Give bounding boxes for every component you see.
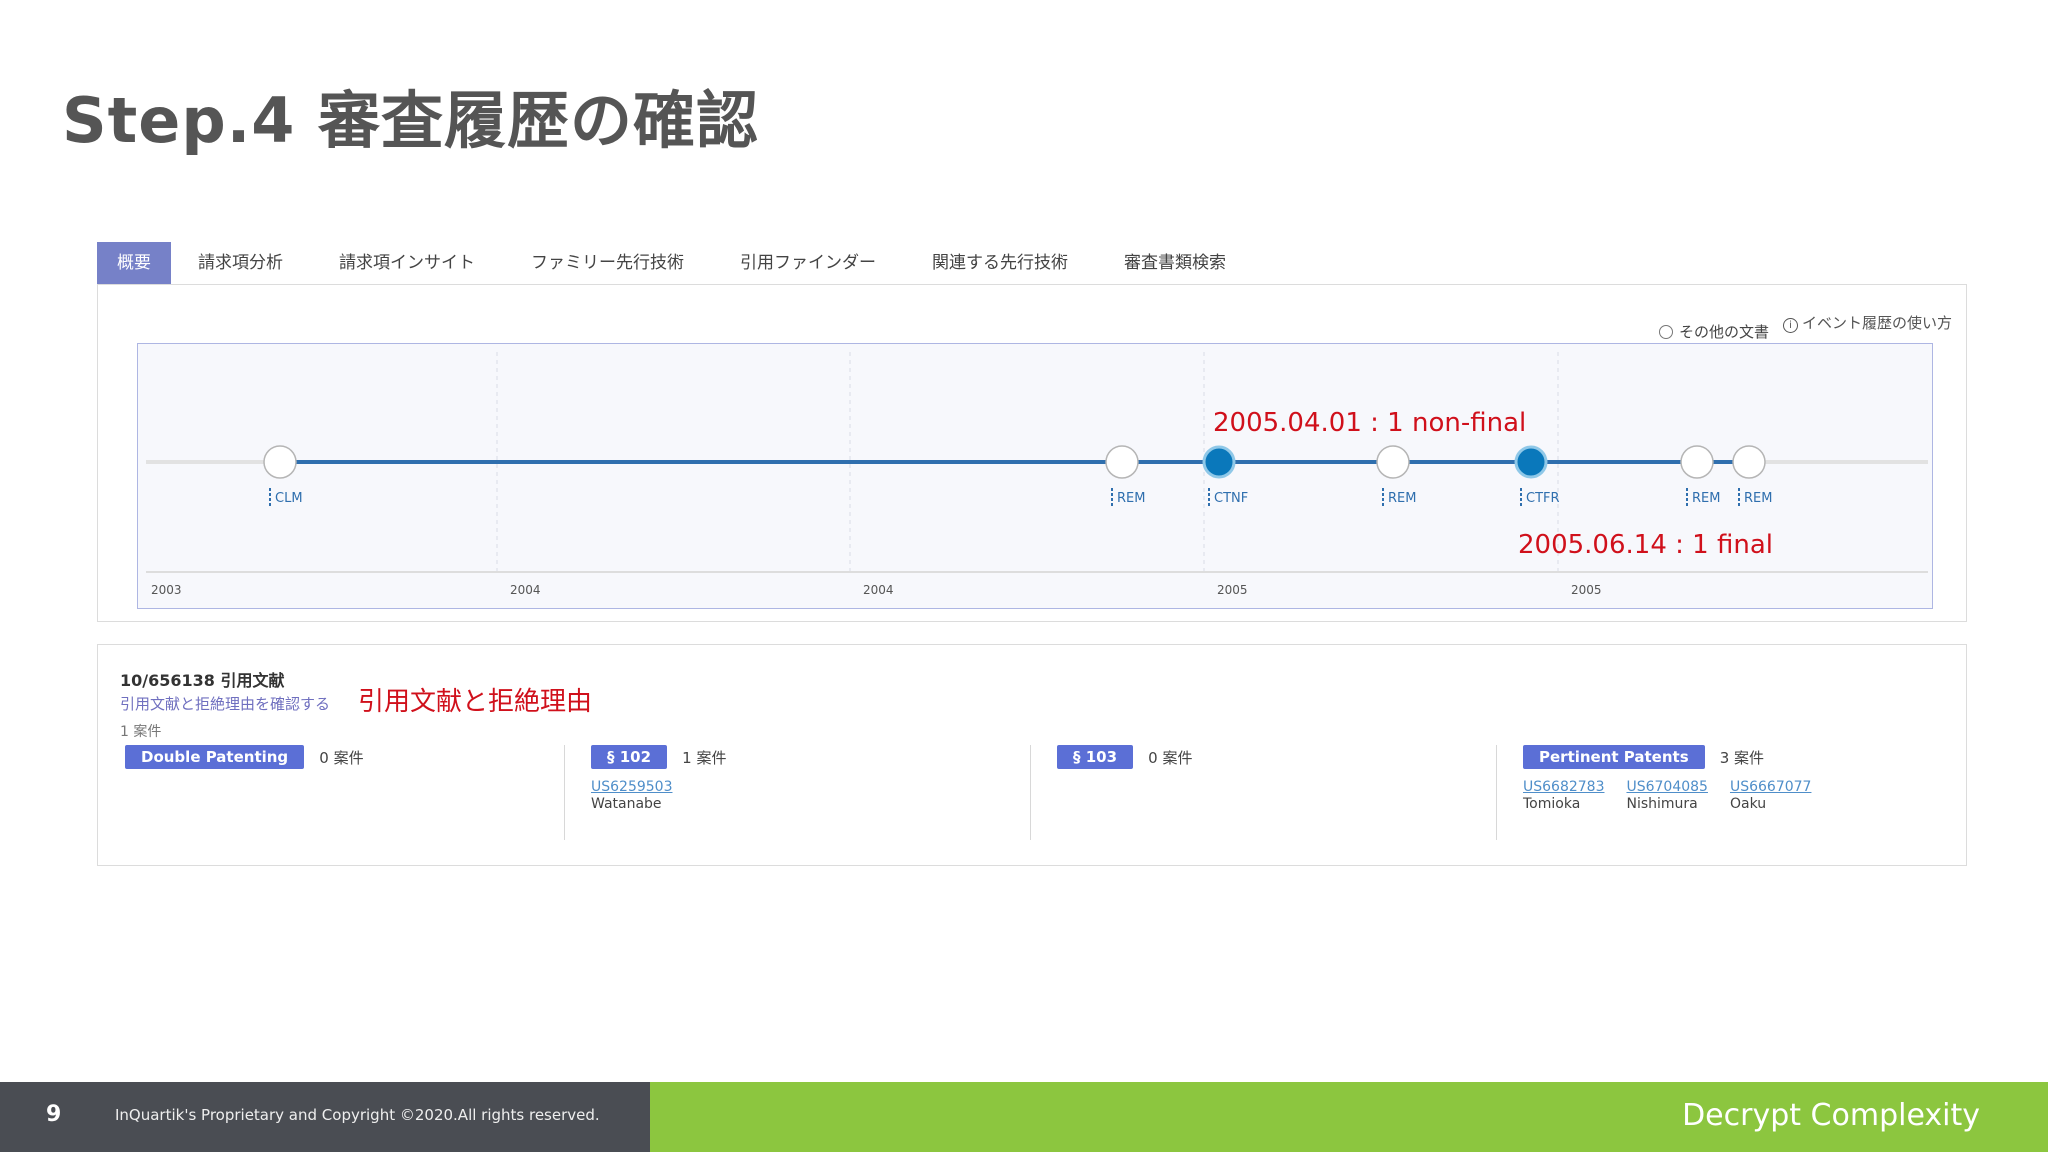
- rejection-event-marker: [1514, 445, 1548, 479]
- reference-link[interactable]: US6667077: [1730, 779, 1811, 796]
- event-marker: [263, 445, 297, 479]
- citations-title: 10/656138 引用文献: [120, 671, 285, 690]
- timeline-axis-label: 2005: [1217, 583, 1248, 597]
- slide-footer: 9 InQuartik's Proprietary and Copyright …: [0, 1082, 2048, 1152]
- column-divider: [1030, 745, 1031, 840]
- group-count: 0 案件: [319, 748, 364, 767]
- group-count: 3 案件: [1719, 748, 1765, 767]
- radio-icon[interactable]: [1658, 324, 1673, 339]
- timeline-axis-label: 2003: [151, 583, 182, 597]
- tagline: Decrypt Complexity: [1682, 1098, 1980, 1133]
- rejection-event-marker: [1202, 445, 1236, 479]
- annotation-non-final: 2005.04.01 : 1 non-final: [1213, 408, 1527, 438]
- help-link[interactable]: i イベント履歴の使い方: [1782, 312, 1952, 333]
- event-label: REM: [1692, 491, 1720, 506]
- badge-102[interactable]: § 102: [591, 745, 668, 769]
- event-marker: [1680, 445, 1714, 479]
- reference-link[interactable]: US6704085: [1626, 779, 1707, 796]
- timeline-axis-label: 2004: [510, 583, 541, 597]
- badge-103[interactable]: § 103: [1057, 745, 1134, 769]
- annotation-final: 2005.06.14 : 1 final: [1518, 530, 1773, 560]
- event-marker: [1376, 445, 1410, 479]
- reference-list: US6259503 Watanabe: [591, 779, 726, 813]
- copyright-text: InQuartik's Proprietary and Copyright ©2…: [115, 1106, 600, 1124]
- reference-item: US6667077 Oaku: [1730, 779, 1811, 813]
- event-label: REM: [1117, 491, 1145, 506]
- footer-right-band: Decrypt Complexity: [650, 1082, 2048, 1152]
- citations-panel: 10/656138 引用文献 引用文献と拒絶理由を確認する 引用文献と拒絶理由 …: [97, 644, 1967, 866]
- tab-examination-docs[interactable]: 審査書類検索: [1103, 242, 1247, 284]
- group-pertinent-patents: Pertinent Patents 3 案件 US6682783 Tomioka…: [1523, 745, 1833, 845]
- group-102: § 102 1 案件 US6259503 Watanabe: [591, 745, 726, 845]
- citations-link[interactable]: 引用文献と拒絶理由を確認する: [120, 693, 330, 714]
- timeline-axis-label: 2004: [863, 583, 894, 597]
- legend-other-docs[interactable]: その他の文書: [1679, 321, 1769, 342]
- tab-claim-insight[interactable]: 請求項インサイト: [318, 242, 496, 284]
- tab-claim-analysis[interactable]: 請求項分析: [177, 242, 304, 284]
- tab-family-prior-art[interactable]: ファミリー先行技術: [510, 242, 705, 284]
- tab-bar: 概要 請求項分析 請求項インサイト ファミリー先行技術 引用ファインダー 関連す…: [97, 242, 1261, 284]
- footer-left-band: 9 InQuartik's Proprietary and Copyright …: [0, 1082, 650, 1152]
- event-marker: [1105, 445, 1139, 479]
- group-count: 0 案件: [1148, 748, 1193, 767]
- reference-inventor: Watanabe: [591, 796, 662, 812]
- group-103: § 103 0 案件: [1057, 745, 1192, 845]
- badge-pertinent-patents[interactable]: Pertinent Patents: [1523, 745, 1705, 769]
- event-marker: [1732, 445, 1766, 479]
- citations-count: 1 案件: [120, 724, 162, 740]
- group-double-patenting: Double Patenting 0 案件: [125, 745, 364, 845]
- column-divider: [1496, 745, 1497, 840]
- column-divider: [564, 745, 565, 840]
- event-label: REM: [1744, 491, 1772, 506]
- reference-inventor: Nishimura: [1626, 796, 1698, 812]
- reference-link[interactable]: US6259503: [591, 779, 672, 796]
- event-label: CTNF: [1214, 491, 1248, 506]
- page-number: 9: [46, 1102, 62, 1127]
- event-label: CLM: [275, 491, 303, 506]
- annotation-citations: 引用文献と拒絶理由: [358, 687, 593, 717]
- event-label: REM: [1388, 491, 1416, 506]
- timeline-axis-label: 2005: [1571, 583, 1602, 597]
- badge-double-patenting[interactable]: Double Patenting: [125, 745, 305, 769]
- tab-citation-finder[interactable]: 引用ファインダー: [719, 242, 897, 284]
- event-timeline: 2003 2004 2004 2005 2005 CLM REM CTNF REM CTFR REM…: [137, 343, 1933, 609]
- info-icon: i: [1782, 318, 1798, 333]
- reference-item: US6704085 Nishimura: [1626, 779, 1707, 813]
- tab-related-prior-art[interactable]: 関連する先行技術: [911, 242, 1089, 284]
- timeline-svg: 2003 2004 2004 2005 2005 CLM REM CTNF REM CTFR REM…: [146, 352, 1928, 597]
- event-label: CTFR: [1526, 491, 1560, 506]
- reference-item: US6259503 Watanabe: [591, 779, 672, 813]
- reference-link[interactable]: US6682783: [1523, 779, 1604, 796]
- reference-list: US6682783 Tomioka US6704085 Nishimura US…: [1523, 779, 1833, 813]
- tab-overview[interactable]: 概要: [97, 242, 171, 284]
- reference-item: US6682783 Tomioka: [1523, 779, 1604, 813]
- group-count: 1 案件: [682, 748, 727, 767]
- event-history-panel: その他の文書 i イベント履歴の使い方 2003 2004 2004 2005 2005 C…: [97, 284, 1967, 622]
- help-link-label: イベント履歴の使い方: [1801, 314, 1952, 332]
- slide-title: Step.4 審査履歴の確認: [62, 84, 759, 157]
- reference-inventor: Tomioka: [1523, 796, 1581, 812]
- reference-inventor: Oaku: [1729, 796, 1767, 812]
- timeline-legend: その他の文書 i イベント履歴の使い方: [1658, 303, 1952, 342]
